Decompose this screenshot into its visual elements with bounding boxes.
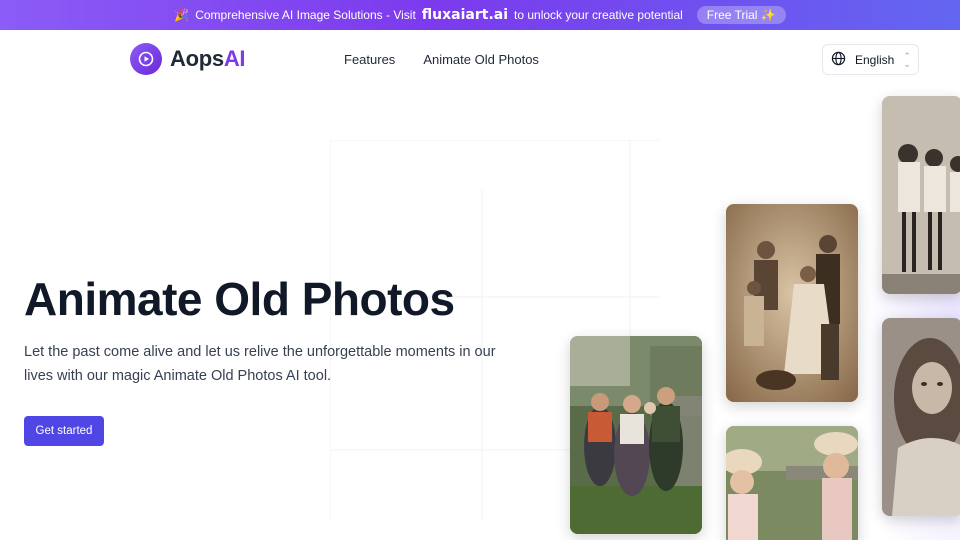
free-trial-button[interactable]: Free Trial ✨ (696, 6, 786, 24)
logo[interactable]: AopsAI (130, 43, 246, 75)
logo-play-icon (130, 43, 162, 75)
party-icon: 🎉 (174, 8, 190, 22)
photo-girls-garden (726, 426, 858, 540)
logo-text: AopsAI (170, 46, 246, 71)
language-select[interactable]: English ⌃ ⌄ (822, 44, 919, 75)
language-value: English (855, 52, 895, 67)
top-nav: AopsAI Features Animate Old Photos Engli… (0, 30, 960, 90)
banner-text-before: Comprehensive AI Image Solutions - Visit (195, 8, 416, 22)
photo-family-garden (570, 336, 702, 534)
chevron-updown-icon: ⌃ ⌄ (903, 50, 911, 69)
nav-links: Features Animate Old Photos (344, 52, 539, 67)
photo-girl-portrait (882, 318, 960, 516)
banner-text-after: to unlock your creative potential (514, 8, 683, 22)
photo-sepia-family (726, 204, 858, 402)
nav-features[interactable]: Features (344, 52, 395, 67)
hero-title: Animate Old Photos (24, 273, 455, 325)
promo-banner: 🎉 Comprehensive AI Image Solutions - Vis… (0, 0, 960, 30)
get-started-button[interactable]: Get started (24, 416, 104, 446)
photo-three-girls (882, 96, 960, 294)
globe-icon (831, 51, 846, 69)
banner-brand-link[interactable]: fluxaiart.ai (422, 7, 508, 23)
nav-animate-old-photos[interactable]: Animate Old Photos (423, 52, 539, 67)
hero-description: Let the past come alive and let us reliv… (24, 344, 496, 384)
